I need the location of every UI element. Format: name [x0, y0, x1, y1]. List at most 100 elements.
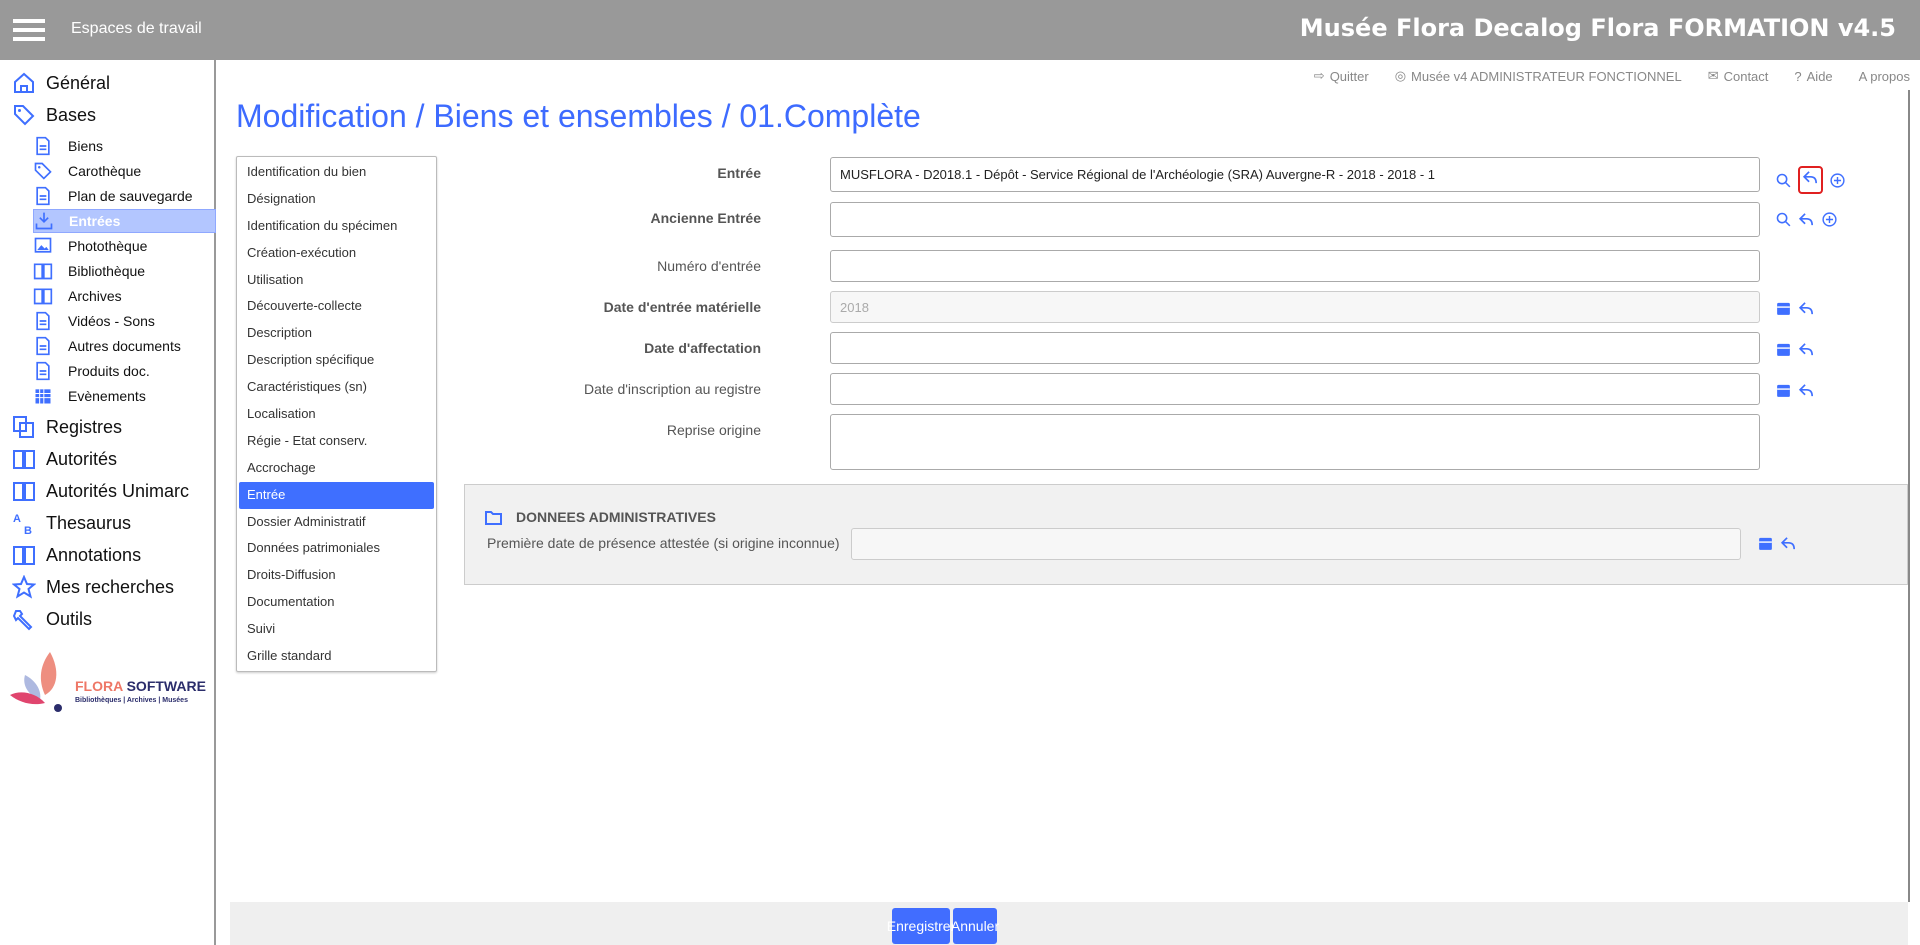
- nav-item[interactable]: Identification du spécimen: [239, 213, 434, 240]
- book-open-icon: [13, 546, 35, 565]
- contact-link[interactable]: ✉ Contact: [1708, 68, 1769, 84]
- save-button[interactable]: Enregistrer: [887, 908, 955, 944]
- calendar-icon[interactable]: [1775, 382, 1792, 399]
- nav-item[interactable]: Dossier Administratif: [239, 509, 434, 536]
- sidebar-item-1[interactable]: Carothèque: [33, 159, 216, 183]
- reply-icon[interactable]: [1798, 382, 1815, 399]
- reply-icon[interactable]: [1780, 535, 1797, 552]
- nav-item[interactable]: Caractéristiques (sn): [239, 374, 434, 401]
- add-circle-icon[interactable]: [1821, 211, 1838, 228]
- entree-actions: [1775, 166, 1846, 194]
- date_aff-input[interactable]: [830, 332, 1760, 364]
- svg-text:A: A: [13, 513, 21, 525]
- bust-icon: [36, 136, 50, 156]
- cancel-button[interactable]: Annuler: [951, 908, 999, 944]
- extinguisher-icon: [36, 186, 50, 206]
- registers-icon: [13, 416, 34, 438]
- scrollbar[interactable]: [1908, 90, 1910, 902]
- sidebar-item-bases[interactable]: Bases: [12, 101, 96, 129]
- date_insc-label: Date d'inscription au registre: [584, 381, 761, 397]
- brush-icon: [34, 162, 52, 180]
- nav-item[interactable]: Découverte-collecte: [239, 293, 434, 320]
- app-title: Musée Flora Decalog Flora FORMATION v4.5: [1299, 14, 1896, 42]
- first-presence-date-input[interactable]: [851, 528, 1741, 560]
- sidebar-item-2[interactable]: Plan de sauvegarde: [33, 184, 216, 208]
- nav-item[interactable]: Localisation: [239, 401, 434, 428]
- admin-heading: DONNEES ADMINISTRATIVES: [516, 509, 716, 525]
- sidebar-item-5[interactable]: Bibliothèque: [33, 259, 216, 283]
- reply-icon[interactable]: [1798, 341, 1815, 358]
- nav-item[interactable]: Désignation: [239, 186, 434, 213]
- nav-item[interactable]: Description spécifique: [239, 347, 434, 374]
- sort-alpha-icon: AB: [13, 513, 32, 535]
- svg-text:B: B: [24, 525, 32, 535]
- download-icon: [35, 212, 53, 230]
- sidebar-item-more-4[interactable]: Annotations: [12, 541, 141, 569]
- flora-logo: FLORA SOFTWARE Bibliothèques | Archives …: [10, 650, 206, 717]
- nav-item[interactable]: Identification du bien: [239, 159, 434, 186]
- calendar-icon[interactable]: [1757, 535, 1774, 552]
- nav-item[interactable]: Entrée: [239, 481, 434, 509]
- search-icon[interactable]: [1775, 172, 1792, 189]
- date_mat-label: Date d'entrée matérielle: [603, 299, 761, 315]
- sidebar-item-more-1[interactable]: Autorités: [12, 445, 117, 473]
- reply-icon[interactable]: [1798, 211, 1815, 228]
- sidebar-item-8[interactable]: Autres documents: [33, 334, 216, 358]
- quit-link[interactable]: ⇨ Quitter: [1314, 68, 1369, 84]
- ancienne-actions: [1775, 211, 1838, 228]
- nav-item[interactable]: Documentation: [239, 589, 434, 616]
- date_insc-input[interactable]: [830, 373, 1760, 405]
- date_mat-input[interactable]: 2018: [830, 291, 1760, 323]
- sidebar-item-10[interactable]: Evènements: [33, 384, 216, 408]
- workspaces-link[interactable]: Espaces de travail: [71, 20, 202, 38]
- nav-item[interactable]: Grille standard: [239, 643, 434, 670]
- sidebar-item-more-5[interactable]: Mes recherches: [12, 573, 174, 601]
- sidebar-item-general[interactable]: Général: [12, 69, 110, 97]
- sidebar-item-more-3[interactable]: A B Thesaurus: [12, 509, 131, 537]
- date_mat-actions: [1775, 300, 1815, 317]
- folder-icon: [485, 510, 502, 525]
- image-icon: [34, 237, 52, 253]
- nav-item[interactable]: Suivi: [239, 616, 434, 643]
- entree-input[interactable]: MUSFLORA - D2018.1 - Dépôt - Service Rég…: [830, 157, 1760, 192]
- nav-item[interactable]: Données patrimoniales: [239, 535, 434, 562]
- ancienne-input[interactable]: [830, 202, 1760, 237]
- numero-input[interactable]: [830, 250, 1760, 282]
- nav-item[interactable]: Régie - Etat conserv.: [239, 428, 434, 455]
- sidebar-item-4[interactable]: Photothèque: [33, 234, 216, 258]
- user-link[interactable]: ◎ Musée v4 ADMINISTRATEUR FONCTIONNEL: [1395, 68, 1682, 84]
- sidebar-item-more-6[interactable]: Outils: [12, 605, 92, 633]
- search-icon[interactable]: [1775, 211, 1792, 228]
- logout-icon: ⇨: [1313, 68, 1325, 83]
- date_aff-actions: [1775, 341, 1815, 358]
- nav-item[interactable]: Droits-Diffusion: [239, 562, 434, 589]
- calendar-icon[interactable]: [1775, 341, 1792, 358]
- nav-item[interactable]: Utilisation: [239, 267, 434, 294]
- help-link[interactable]: ? Aide: [1794, 68, 1832, 84]
- sidebar-item-9[interactable]: Produits doc.: [33, 359, 216, 383]
- entree-label: Entrée: [717, 165, 761, 181]
- nav-item[interactable]: Description: [239, 320, 434, 347]
- sidebar: Général Bases Biens Carothèque Plan de sauve…: [0, 60, 216, 945]
- add-circle-icon[interactable]: [1829, 172, 1846, 189]
- sidebar-item-more-2[interactable]: Autorités Unimarc: [12, 477, 189, 505]
- sidebar-item-3[interactable]: Entrées: [33, 209, 216, 233]
- footer-bar: Enregistrer Annuler: [230, 902, 1908, 945]
- nav-item[interactable]: Accrochage: [239, 455, 434, 482]
- calendar-icon[interactable]: [1775, 300, 1792, 317]
- reply-icon[interactable]: [1798, 300, 1815, 317]
- sidebar-item-7[interactable]: Vidéos - Sons: [33, 309, 216, 333]
- menu-icon[interactable]: [13, 19, 45, 41]
- reprise-input[interactable]: [830, 414, 1760, 470]
- reprise-label: Reprise origine: [666, 422, 761, 438]
- sidebar-item-6[interactable]: Archives: [33, 284, 216, 308]
- stack-icon: [36, 361, 50, 381]
- reply-icon[interactable]: [1802, 169, 1819, 186]
- document-icon: [36, 336, 50, 356]
- sidebar-item-0[interactable]: Biens: [33, 134, 216, 158]
- about-link[interactable]: A propos: [1859, 68, 1910, 84]
- highlighted-reply-button[interactable]: [1798, 166, 1823, 194]
- sidebar-item-more-0[interactable]: Registres: [12, 413, 122, 441]
- nav-item[interactable]: Création-exécution: [239, 240, 434, 267]
- date_insc-actions: [1775, 382, 1815, 399]
